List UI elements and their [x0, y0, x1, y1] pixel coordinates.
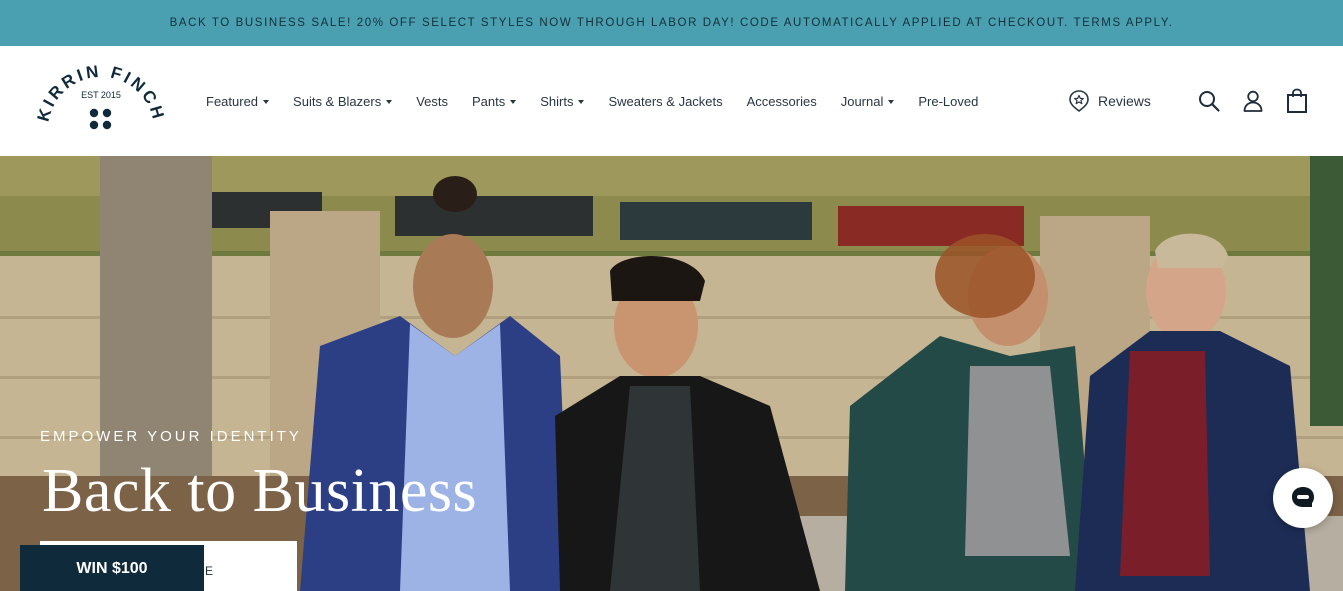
nav-item-label: Accessories	[746, 93, 817, 109]
caret-down-icon	[263, 99, 270, 104]
reviews-link[interactable]: Reviews	[1068, 46, 1151, 156]
nav-item-sweaters-jackets[interactable]: Sweaters & Jackets	[608, 94, 722, 109]
logo[interactable]: KIRRIN FINCH EST 2015	[34, 60, 166, 140]
announcement-bar: BACK TO BUSINESS SALE! 20% OFF SELECT ST…	[0, 0, 1343, 46]
hero-eyebrow: EMPOWER YOUR IDENTITY	[40, 428, 302, 445]
caret-down-icon	[578, 99, 585, 104]
nav-item-featured[interactable]: Featured	[206, 93, 270, 109]
caret-down-icon	[386, 99, 393, 104]
nav-item-pants[interactable]: Pants	[472, 93, 517, 109]
nav-item-label: Vests	[416, 93, 448, 109]
nav-item-label: Featured	[206, 93, 259, 109]
nav-item-suits-blazers[interactable]: Suits & Blazers	[293, 93, 393, 109]
reviews-label: Reviews	[1098, 93, 1151, 109]
caret-down-icon	[510, 99, 517, 104]
chat-button[interactable]	[1273, 468, 1333, 528]
nav-item-label: Pre-Loved	[918, 93, 979, 109]
star-badge-icon	[1069, 90, 1089, 113]
nav-item-label: Journal	[840, 93, 884, 109]
nav-item-label: Pants	[472, 93, 506, 109]
nav-item-label: Sweaters & Jackets	[608, 93, 723, 109]
hero-title: Back to Business	[42, 457, 478, 525]
hero-cta-label: E	[205, 564, 216, 578]
win-100-label: WIN $100	[76, 560, 148, 577]
logo-mark: KIRRIN FINCH EST 2015	[34, 62, 165, 130]
account-button[interactable]	[1240, 88, 1266, 114]
nav-item-label: Shirts	[540, 93, 574, 109]
nav-item-shirts[interactable]: Shirts	[540, 93, 585, 109]
win-100-button[interactable]: WIN $100	[20, 545, 204, 591]
site-header: KIRRIN FINCH EST 2015 Featured Suits & B…	[0, 46, 1343, 156]
search-icon	[1199, 91, 1220, 112]
cart-button[interactable]	[1284, 88, 1310, 114]
account-icon	[1243, 90, 1263, 112]
announcement-text: BACK TO BUSINESS SALE! 20% OFF SELECT ST…	[169, 17, 1174, 29]
chat-icon	[1292, 487, 1314, 507]
nav-item-vests[interactable]: Vests	[416, 94, 448, 109]
nav-item-accessories[interactable]: Accessories	[747, 94, 817, 109]
logo-est: EST 2015	[81, 90, 121, 100]
caret-down-icon	[888, 99, 895, 104]
cart-icon	[1287, 88, 1307, 113]
nav-item-journal[interactable]: Journal	[841, 94, 895, 109]
nav-item-pre-loved[interactable]: Pre-Loved	[918, 94, 978, 109]
nav-item-label: Suits & Blazers	[293, 93, 382, 109]
hero-banner: EMPOWER YOUR IDENTITY Back to Business E…	[0, 156, 1343, 591]
search-button[interactable]	[1196, 88, 1222, 114]
main-nav: Featured Suits & Blazers Vests Pants Shi…	[206, 46, 1002, 156]
